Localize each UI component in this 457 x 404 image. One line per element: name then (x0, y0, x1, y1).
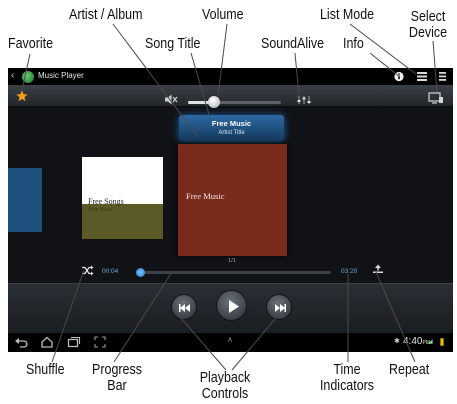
battery-icon (440, 338, 444, 346)
album-current-title: Free Music (186, 191, 225, 201)
callout-soundalive: SoundAlive (261, 36, 325, 52)
repeat-icon[interactable] (372, 264, 384, 274)
bluetooth-icon: ✱ (394, 338, 400, 345)
callout-volume: Volume (202, 7, 244, 23)
clock-time: 4:40 (403, 336, 423, 347)
callout-time-line1: Time (333, 362, 361, 378)
select-device-icon[interactable] (428, 92, 444, 104)
status-clock: 4:40PM (403, 336, 430, 347)
shuffle-icon[interactable] (81, 265, 94, 276)
album-art-previous[interactable]: Free Songs Free Music (82, 157, 163, 239)
callout-select-line2: Device (408, 25, 448, 41)
play-button[interactable] (216, 290, 247, 321)
album-art-previous-2[interactable] (8, 168, 42, 232)
next-icon (275, 304, 286, 312)
callout-time-line2: Indicators (319, 378, 375, 394)
callout-list-mode: List Mode (320, 7, 375, 23)
list-mode-icon[interactable] (416, 71, 428, 82)
callout-favorite: Favorite (8, 36, 54, 52)
play-icon (229, 300, 239, 313)
callout-time-indicators: Time Indicators (313, 362, 380, 394)
soundalive-icon[interactable] (297, 95, 311, 105)
callout-repeat: Repeat (389, 362, 430, 378)
track-counter: 1/1 (228, 258, 236, 264)
callout-shuffle: Shuffle (26, 362, 65, 378)
callout-select-device: Select Device (407, 9, 448, 41)
info-icon[interactable] (393, 71, 405, 82)
artist-album: Artist Title (218, 130, 245, 136)
callout-playback-line1: Playback (199, 370, 251, 386)
progress-handle[interactable] (135, 268, 145, 277)
music-app-icon (22, 71, 34, 83)
nav-chevron-up-icon[interactable]: ∧ (227, 335, 233, 344)
app-title-bar: ‹ Music Player (8, 68, 453, 85)
callout-progress-line2: Bar (107, 378, 127, 394)
progress-bar[interactable] (136, 271, 331, 274)
volume-slider-handle[interactable] (208, 96, 221, 108)
callout-progress-line1: Progress (92, 362, 142, 378)
callout-progress-bar: Progress Bar (90, 362, 143, 394)
album-previous-subtitle: Free Music (88, 207, 113, 213)
music-player-screen: ‹ Music Player Free Music Artist Title F… (8, 68, 453, 352)
previous-icon (179, 304, 190, 312)
volume-speaker-icon[interactable] (164, 94, 178, 105)
nav-recent-apps-icon[interactable] (67, 336, 81, 348)
song-title: Free Music (211, 119, 252, 128)
total-time: 03:20 (341, 268, 358, 275)
menu-icon[interactable] (436, 71, 448, 82)
callout-info: Info (343, 36, 364, 52)
callout-song-title: Song Title (145, 36, 201, 52)
album-previous-title: Free Songs (88, 197, 124, 206)
favorite-star-icon[interactable] (16, 90, 28, 102)
nav-back-icon[interactable] (14, 336, 28, 348)
nav-home-icon[interactable] (40, 336, 54, 348)
callout-playback-line2: Controls (201, 386, 249, 402)
callout-playback-controls: Playback Controls (195, 370, 255, 402)
previous-button[interactable] (171, 294, 197, 320)
system-nav-bar: ∧ ✱ 4:40PM ◢ (8, 333, 453, 352)
app-title: Music Player (38, 71, 84, 80)
callout-select-line1: Select (410, 9, 446, 25)
album-art-current[interactable]: Free Music (178, 144, 287, 256)
signal-icon: ◢ (428, 339, 433, 345)
elapsed-time: 00:04 (102, 268, 119, 275)
back-chevron-icon[interactable]: ‹ (11, 70, 14, 81)
callout-artist-album: Artist / Album (69, 7, 143, 23)
now-playing-label: Free Music Artist Title (179, 115, 284, 141)
next-button[interactable] (266, 294, 292, 320)
nav-screenshot-icon[interactable] (94, 336, 106, 348)
